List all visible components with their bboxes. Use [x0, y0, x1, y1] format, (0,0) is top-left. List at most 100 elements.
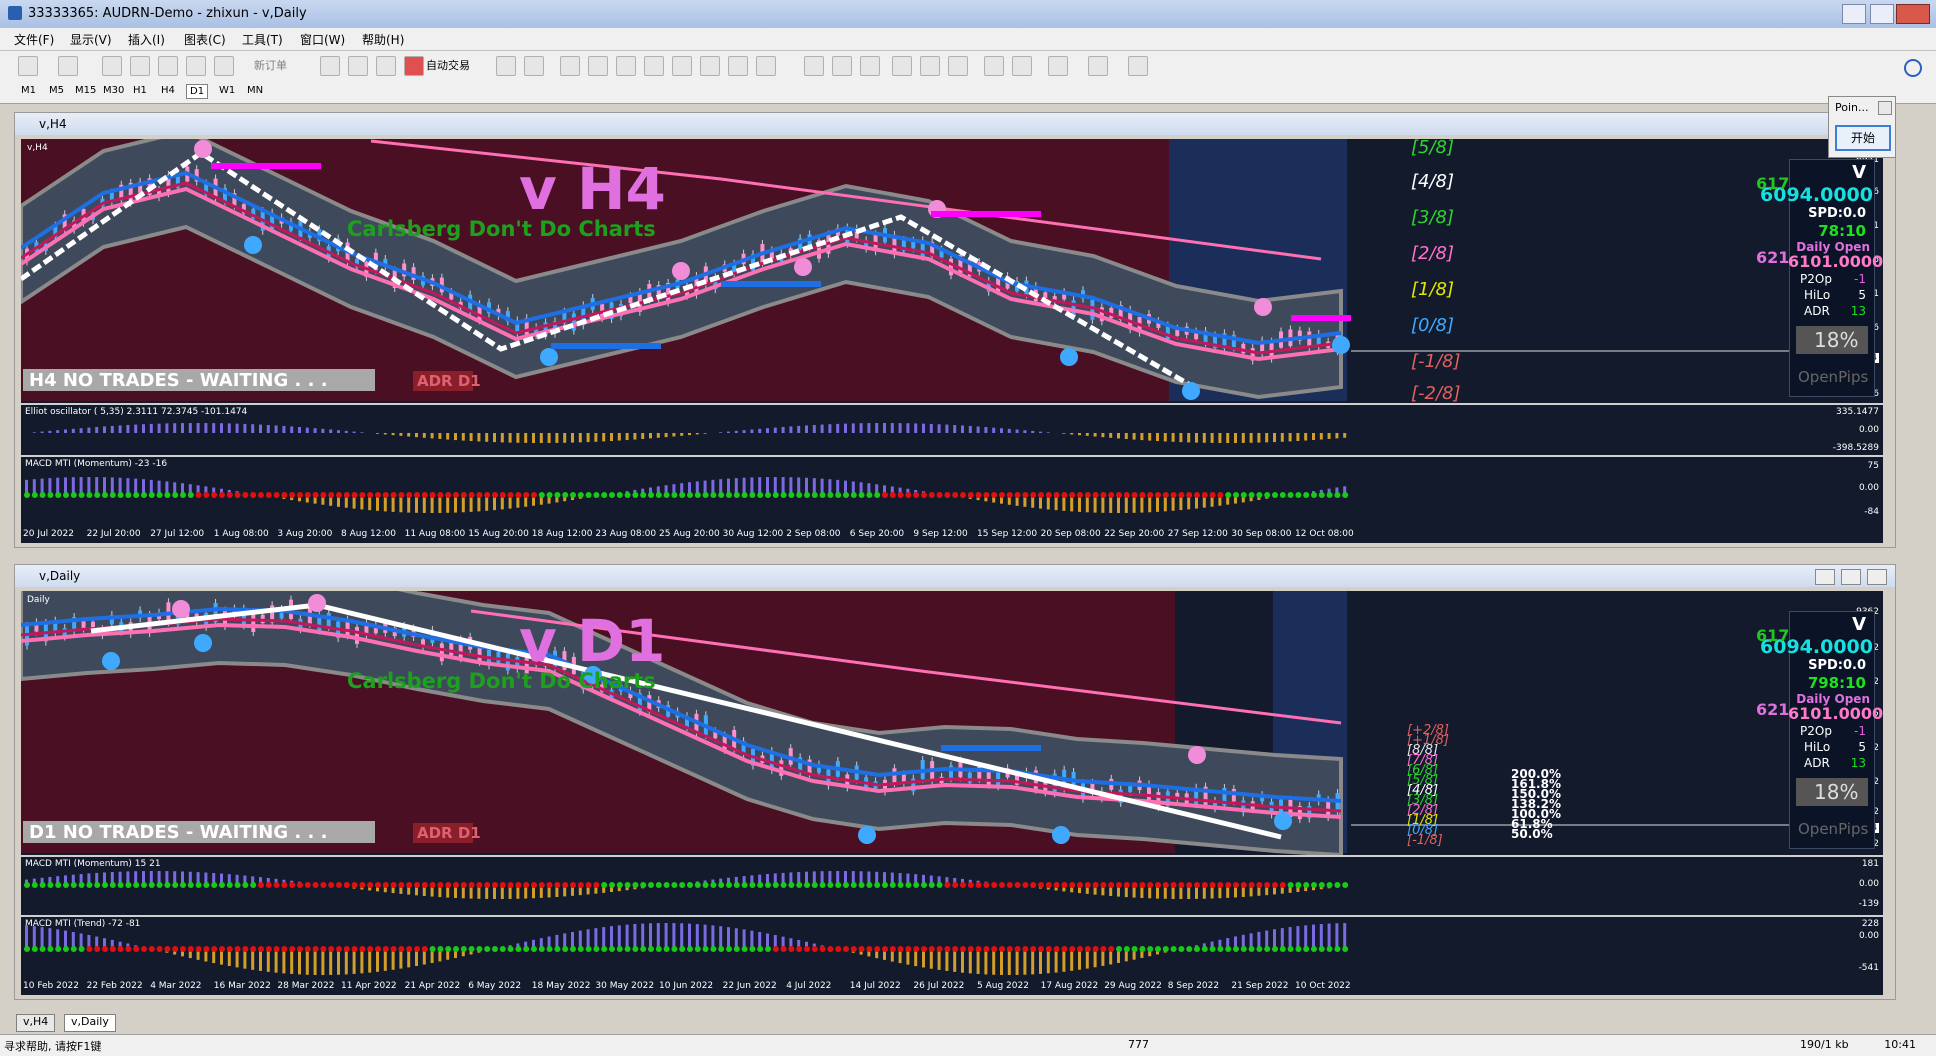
candlestick-icon[interactable] — [832, 56, 852, 76]
start-button[interactable]: 开始 — [1835, 125, 1891, 151]
d1-tagline: Carlsberg Don't Do Charts — [347, 669, 656, 693]
tab-h4[interactable]: v,H4 — [16, 1014, 55, 1032]
menu-view[interactable]: 显示(V) — [70, 31, 112, 48]
d1-macd1-label: MACD MTI (Momentum) 15 21 — [25, 859, 161, 869]
date-tick: 25 Aug 20:00 — [659, 529, 720, 539]
date-tick: 10 Jun 2022 — [659, 981, 713, 991]
chart-window-d1: v,Daily Daily v D1 Carlsberg Don't Do Ch… — [14, 564, 1896, 1000]
metaeditor-icon[interactable] — [320, 56, 340, 76]
auto-scroll-icon[interactable] — [984, 56, 1004, 76]
tile-windows-icon[interactable] — [948, 56, 968, 76]
d1-minimize-icon[interactable] — [1815, 569, 1835, 585]
line-chart-icon[interactable] — [860, 56, 880, 76]
swing-marker — [172, 600, 190, 618]
h4-big-label: v H4 — [519, 155, 666, 223]
window-title-bar: 33333365: AUDRN-Demo - zhixun - v,Daily — [0, 0, 1936, 28]
tf-mn[interactable]: MN — [244, 84, 266, 97]
d1-macd2-label: MACD MTI (Trend) -72 -81 — [25, 919, 140, 929]
menu-charts[interactable]: 图表(C) — [184, 31, 226, 48]
chart-shift-icon[interactable] — [1012, 56, 1032, 76]
new-order-button[interactable]: 新订单 — [254, 57, 287, 73]
tf-h1[interactable]: H1 — [130, 84, 150, 97]
tf-m5[interactable]: M5 — [46, 84, 67, 97]
trendline-icon[interactable] — [616, 56, 636, 76]
profiles-icon[interactable] — [58, 56, 78, 76]
menu-insert[interactable]: 插入(I) — [128, 31, 165, 48]
tf-m1[interactable]: M1 — [18, 84, 39, 97]
globe-icon[interactable] — [376, 56, 396, 76]
date-tick: 20 Jul 2022 — [23, 529, 74, 539]
close-button[interactable] — [1896, 4, 1930, 24]
menu-tools[interactable]: 工具(T) — [242, 31, 283, 48]
navigator-icon[interactable] — [158, 56, 178, 76]
auto-trade-icon[interactable] — [404, 56, 424, 76]
h4-level-2: [2/8] — [1411, 243, 1454, 264]
channel-icon[interactable] — [644, 56, 664, 76]
periods-icon[interactable] — [1088, 56, 1108, 76]
crosshair-icon[interactable] — [524, 56, 544, 76]
date-tick: 30 Aug 12:00 — [723, 529, 784, 539]
community-icon[interactable] — [348, 56, 368, 76]
market-watch-icon[interactable] — [102, 56, 122, 76]
candle — [251, 612, 255, 632]
arrows-icon[interactable] — [756, 56, 776, 76]
date-tick: 21 Apr 2022 — [405, 981, 461, 991]
zoom-out-icon[interactable] — [920, 56, 940, 76]
terminal-icon[interactable] — [186, 56, 206, 76]
date-tick: 22 Sep 20:00 — [1104, 529, 1164, 539]
swing-marker — [194, 634, 212, 652]
status-clock: 10:41 — [1884, 1038, 1916, 1051]
date-tick: 27 Sep 12:00 — [1168, 529, 1228, 539]
h4-pct-box: 18% — [1796, 326, 1868, 354]
h4-level-0: [0/8] — [1411, 315, 1454, 336]
date-tick: 22 Jul 20:00 — [87, 529, 141, 539]
tf-m30[interactable]: M30 — [100, 84, 127, 97]
tf-h4[interactable]: H4 — [158, 84, 178, 97]
tester-icon[interactable] — [214, 56, 234, 76]
d1-chart-area[interactable]: Daily v D1 Carlsberg Don't Do Charts D1 … — [21, 591, 1883, 995]
minimize-button[interactable] — [1842, 4, 1866, 24]
tf-m15[interactable]: M15 — [72, 84, 99, 97]
h4-osc-label: Elliot oscillator ( 5,35) 2.3111 72.3745… — [25, 407, 247, 417]
swing-marker — [1254, 298, 1272, 316]
tf-w1[interactable]: W1 — [216, 84, 238, 97]
auto-trade-button[interactable]: 自动交易 — [426, 57, 470, 73]
popup-close-icon[interactable] — [1878, 101, 1892, 115]
cursor-icon[interactable] — [496, 56, 516, 76]
tf-d1[interactable]: D1 — [186, 84, 208, 99]
new-chart-icon[interactable] — [18, 56, 38, 76]
bar-chart-icon[interactable] — [804, 56, 824, 76]
swing-marker — [794, 258, 812, 276]
h4-symbol-label: v,H4 — [27, 143, 48, 153]
fibonacci-icon[interactable] — [672, 56, 692, 76]
d1-close-icon[interactable] — [1867, 569, 1887, 585]
d1-maximize-icon[interactable] — [1841, 569, 1861, 585]
date-tick: 11 Aug 08:00 — [405, 529, 466, 539]
menu-help[interactable]: 帮助(H) — [362, 31, 404, 48]
tab-daily[interactable]: v,Daily — [64, 1014, 116, 1032]
d1-info-panel: V 6094.0000 617 SPD:0.0 798:10 Daily Ope… — [1789, 611, 1875, 849]
status-bar: 寻求帮助, 请按F1键 777 190/1 kb 10:41 — [0, 1034, 1936, 1056]
date-tick: 6 May 2022 — [468, 981, 521, 991]
menu-window[interactable]: 窗口(W) — [300, 31, 345, 48]
zoom-in-icon[interactable] — [892, 56, 912, 76]
text-icon[interactable] — [700, 56, 720, 76]
label-icon[interactable] — [728, 56, 748, 76]
date-tick: 28 Mar 2022 — [277, 981, 334, 991]
vertical-line-icon[interactable] — [560, 56, 580, 76]
date-tick: 10 Oct 2022 — [1295, 981, 1351, 991]
h4-chart-area[interactable]: v,H4 v H4 Carlsberg Don't Do Charts H4 N… — [21, 139, 1883, 543]
indicators-icon[interactable] — [1048, 56, 1068, 76]
horizontal-line-icon[interactable] — [588, 56, 608, 76]
menu-file[interactable]: 文件(F) — [14, 31, 54, 48]
swing-marker — [1052, 826, 1070, 844]
d1-big-label: v D1 — [519, 607, 666, 675]
swing-marker — [540, 348, 558, 366]
swing-marker — [858, 826, 876, 844]
date-tick: 17 Aug 2022 — [1041, 981, 1099, 991]
date-tick: 1 Aug 08:00 — [214, 529, 269, 539]
search-icon[interactable] — [1904, 59, 1922, 77]
maximize-button[interactable] — [1870, 4, 1894, 24]
templates-icon[interactable] — [1128, 56, 1148, 76]
data-window-icon[interactable] — [130, 56, 150, 76]
